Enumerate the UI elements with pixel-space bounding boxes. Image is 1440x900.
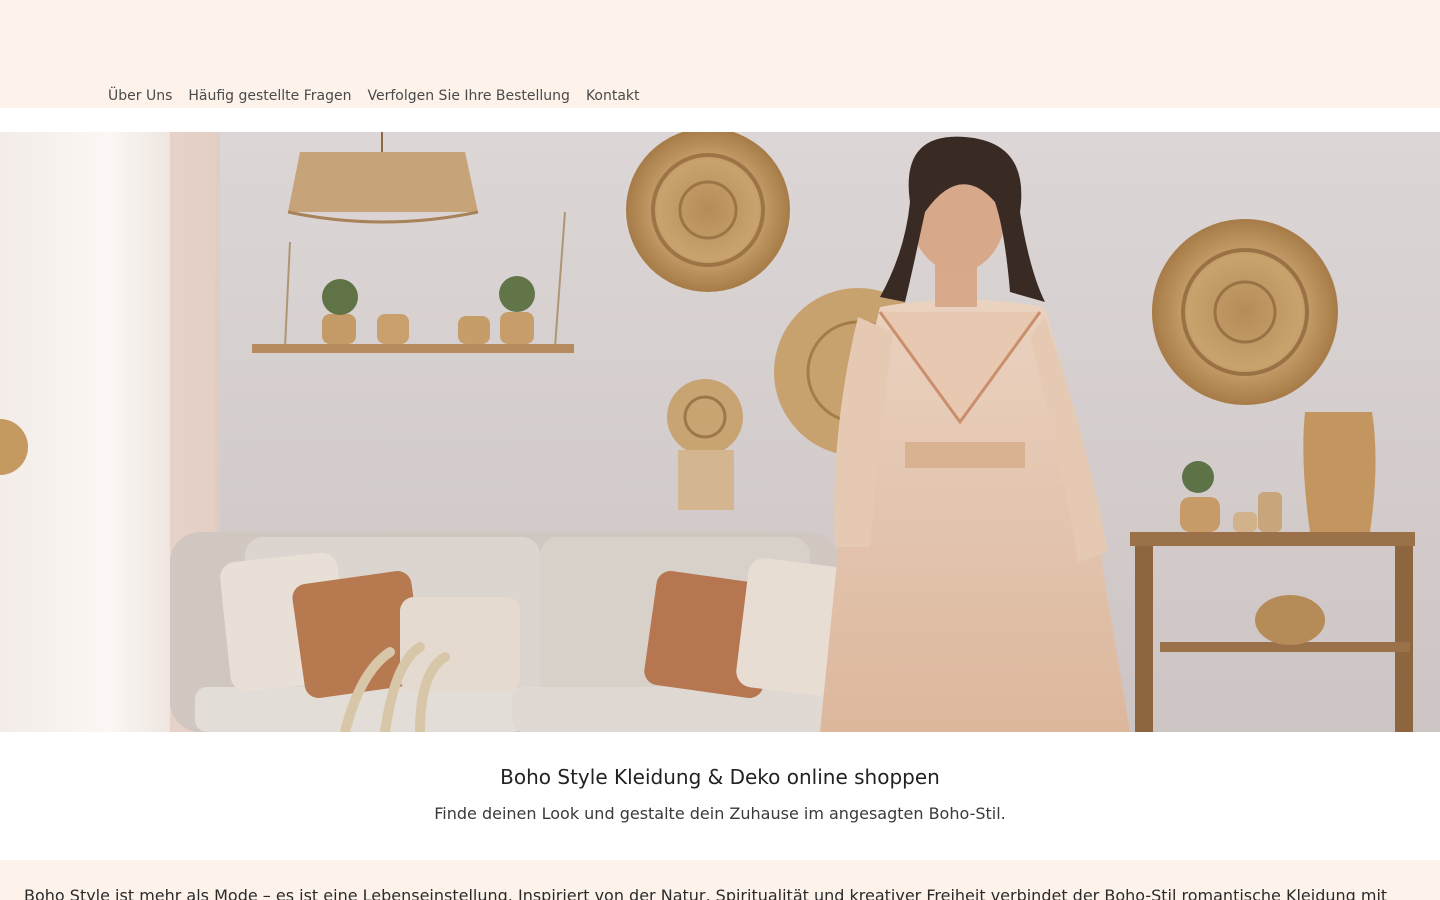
main-navigation: Über Uns Häufig gestellte Fragen Verfolg… [100,86,648,106]
nav-link-contact[interactable]: Kontakt [578,86,648,106]
nav-link-about[interactable]: Über Uns [100,86,180,106]
page-subheading: Finde deinen Look und gestalte dein Zuha… [434,804,1006,823]
intro-section: Boho Style Kleidung & Deko online shoppe… [0,732,1440,860]
about-section: Boho Style ist mehr als Mode – es ist ei… [0,860,1440,900]
hero-banner-image [0,132,1440,732]
site-header: Über Uns Häufig gestellte Fragen Verfolg… [0,0,1440,108]
hero-illustration [0,132,1440,732]
page-heading: Boho Style Kleidung & Deko online shoppe… [500,765,940,789]
about-text: Boho Style ist mehr als Mode – es ist ei… [24,886,1388,900]
nav-link-track-order[interactable]: Verfolgen Sie Ihre Bestellung [359,86,577,106]
nav-link-faq[interactable]: Häufig gestellte Fragen [180,86,359,106]
